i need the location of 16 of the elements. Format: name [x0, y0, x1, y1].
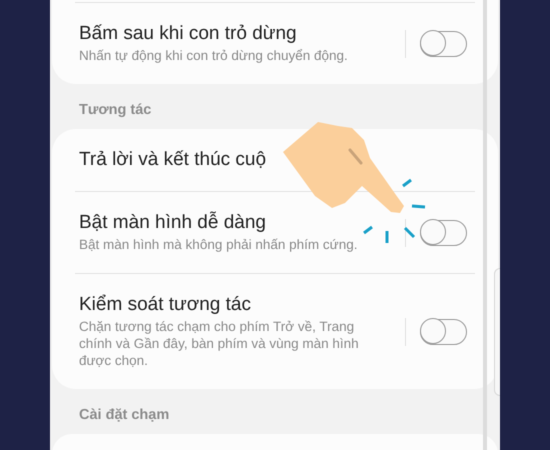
setting-description: Nhấn tự động khi con trỏ dừng chuyển động.: [79, 47, 349, 64]
setting-description: Bật màn hình mà không phải nhấn phím cứng.: [79, 236, 358, 253]
toggle-switch[interactable]: [420, 220, 467, 246]
setting-title: Kiểm soát tương tác: [79, 294, 252, 316]
toggle-switch[interactable]: [420, 30, 467, 56]
setting-title: Bật màn hình dễ dàng: [79, 212, 267, 234]
section-header: Cài đặt chạm: [78, 406, 170, 425]
setting-row[interactable]: Bấm sau khi con trỏ dừng Nhấn tự động khi con trỏ dừng chuyển động.: [75, 2, 475, 84]
tap-lines-icon: [363, 178, 426, 243]
setting-row[interactable]: Trả lời và kết thúc cuộ: [75, 129, 475, 191]
section-header: Tương tác: [78, 101, 152, 120]
setting-row[interactable]: Kiểm soát tương tác Chặn tương tác chạm cho phím Trở về, Trang chính và Gần đây, bàn phím và vùng màn hình được chọn.: [75, 273, 475, 389]
setting-title: Trả lời và kết thúc cuộ: [79, 149, 268, 171]
setting-title: Bấm sau khi con trỏ dừng: [79, 23, 298, 45]
setting-description: Chặn tương tác chạm cho phím Trở về, Trang chính và Gần đây, bàn phím và vùng màn hình được chọn.: [79, 318, 360, 369]
toggle-switch[interactable]: [420, 318, 467, 344]
